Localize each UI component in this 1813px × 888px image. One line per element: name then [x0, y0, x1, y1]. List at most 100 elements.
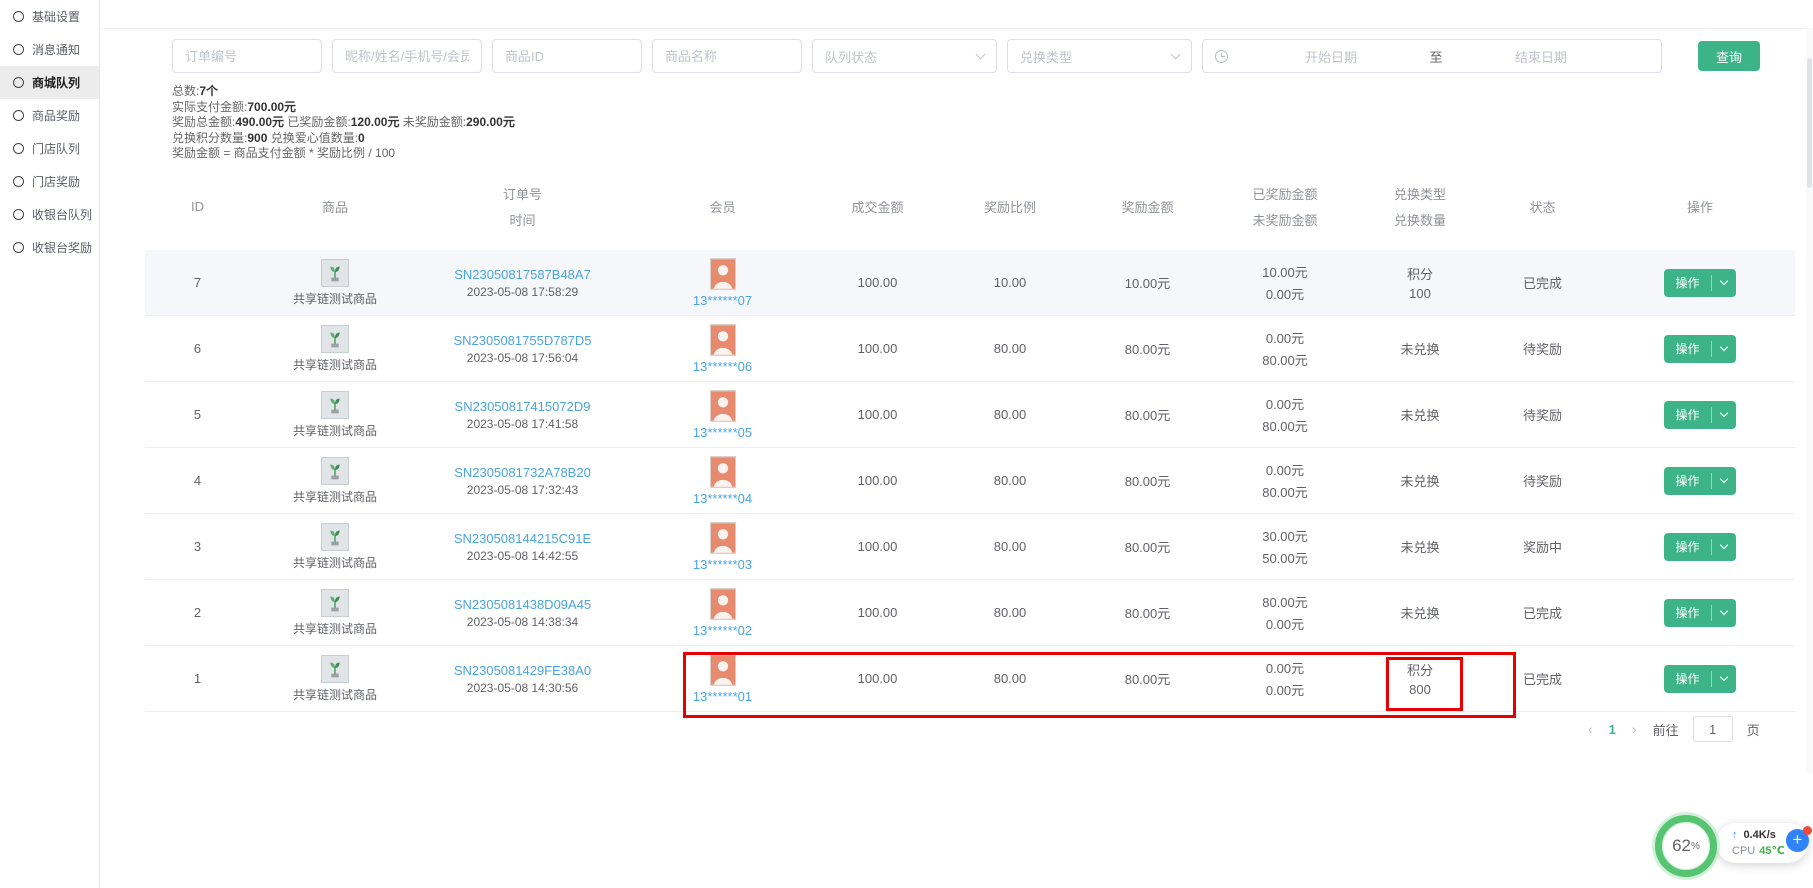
action-dropdown-icon[interactable]: [1712, 401, 1736, 429]
member-link[interactable]: 13******02: [693, 623, 752, 638]
date-range-picker[interactable]: 开始日期 至 结束日期: [1202, 39, 1662, 73]
member-avatar[interactable]: [710, 324, 736, 356]
menu-circle-icon: [13, 242, 24, 253]
cell-exchange: 未兑换: [1360, 405, 1480, 424]
cell-product: 共享链测试商品: [250, 655, 420, 703]
prev-page-icon[interactable]: ‹: [1586, 718, 1595, 740]
member-link[interactable]: 13******04: [693, 491, 752, 506]
exchange-type-select[interactable]: 兑换类型: [1007, 39, 1192, 73]
page-number[interactable]: 1: [1609, 722, 1616, 737]
sidebar-item-5[interactable]: 门店奖励: [0, 165, 99, 198]
cell-status: 已完成: [1480, 603, 1605, 622]
column-header-label: 奖励金额: [1121, 197, 1173, 216]
cell-rewarded: 10.00元0.00元: [1210, 262, 1360, 303]
member-link[interactable]: 13******06: [693, 359, 752, 374]
member-avatar[interactable]: [710, 588, 736, 620]
order-no-link[interactable]: SN23050817587B48A7: [454, 267, 591, 282]
exchange-line: 未兑换: [1400, 537, 1439, 556]
column-header-label: 奖励比例: [984, 197, 1036, 216]
member-avatar[interactable]: [710, 522, 736, 554]
reward-value: 80.00元: [1125, 471, 1171, 490]
table-header-row: ID商品订单号时间会员成交金额奖励比例奖励金额已奖励金额未奖励金额兑换类型兑换数…: [145, 162, 1795, 250]
member-link[interactable]: 13******07: [693, 293, 752, 308]
action-button[interactable]: 操作: [1664, 401, 1735, 429]
member-link[interactable]: 13******03: [693, 557, 752, 572]
menu-circle-icon: [13, 77, 24, 88]
order-no-link[interactable]: SN2305081438D09A45: [454, 597, 591, 612]
product-id-input[interactable]: [492, 39, 642, 73]
sidebar-item-4[interactable]: 门店队列: [0, 132, 99, 165]
sidebar-item-2[interactable]: 商城队列: [0, 66, 99, 99]
action-button-label[interactable]: 操作: [1664, 401, 1710, 429]
order-no-input[interactable]: [172, 39, 322, 73]
cell-rewarded: 80.00元0.00元: [1210, 592, 1360, 633]
column-header-label: 商品: [322, 197, 348, 216]
sidebar-item-1[interactable]: 消息通知: [0, 33, 99, 66]
goto-page-input[interactable]: [1693, 716, 1733, 742]
cell-product: 共享链测试商品: [250, 457, 420, 505]
chevron-down-icon: [1719, 541, 1727, 549]
sidebar-item-0[interactable]: 基础设置: [0, 0, 99, 33]
action-button[interactable]: 操作: [1664, 533, 1735, 561]
exchange-line: 800: [1409, 682, 1431, 697]
action-button-label[interactable]: 操作: [1664, 335, 1710, 363]
cell-product: 共享链测试商品: [250, 391, 420, 439]
action-dropdown-icon[interactable]: [1712, 467, 1736, 495]
member-link[interactable]: 13******05: [693, 425, 752, 440]
action-dropdown-icon[interactable]: [1712, 269, 1736, 297]
cell-status: 已完成: [1480, 273, 1605, 292]
action-button-label[interactable]: 操作: [1664, 269, 1710, 297]
cell-reward: 80.00元: [1085, 471, 1210, 490]
column-header-label: 时间: [509, 210, 535, 229]
sidebar-item-3[interactable]: 商品奖励: [0, 99, 99, 132]
end-date-placeholder[interactable]: 结束日期: [1466, 47, 1616, 66]
member-avatar[interactable]: [710, 258, 736, 290]
cell-actions: 操作: [1605, 269, 1795, 297]
order-no-link[interactable]: SN2305081732A78B20: [454, 465, 591, 480]
member-search-input[interactable]: [332, 39, 482, 73]
action-button-label[interactable]: 操作: [1664, 533, 1710, 561]
reward-value: 80.00元: [1125, 405, 1171, 424]
product-name-input[interactable]: [652, 39, 802, 73]
order-no-link[interactable]: SN2305081429FE38A0: [454, 663, 591, 678]
cell-member: 13******01: [625, 654, 820, 704]
action-button-label[interactable]: 操作: [1664, 665, 1710, 693]
action-dropdown-icon[interactable]: [1712, 599, 1736, 627]
cell-exchange: 未兑换: [1360, 603, 1480, 622]
scrollbar-thumb[interactable]: [1807, 58, 1812, 188]
action-dropdown-icon[interactable]: [1712, 533, 1736, 561]
action-button[interactable]: 操作: [1664, 467, 1735, 495]
cell-order: SN2305081755D787D52023-05-08 17:56:04: [420, 333, 625, 365]
order-no-link[interactable]: SN230508144215C91E: [454, 531, 591, 546]
cell-member: 13******07: [625, 258, 820, 308]
search-button[interactable]: 查询: [1698, 41, 1760, 71]
action-dropdown-icon[interactable]: [1712, 665, 1736, 693]
reward-value: 10.00元: [1125, 273, 1171, 292]
cell-ratio: 80.00: [935, 473, 1085, 488]
action-button[interactable]: 操作: [1664, 665, 1735, 693]
start-date-placeholder[interactable]: 开始日期: [1256, 47, 1406, 66]
cell-rewarded: 0.00元80.00元: [1210, 328, 1360, 369]
order-no-link[interactable]: SN2305081755D787D5: [453, 333, 591, 348]
order-no-link[interactable]: SN23050817415072D9: [455, 399, 591, 414]
chevron-down-icon: [976, 49, 986, 59]
action-dropdown-icon[interactable]: [1712, 335, 1736, 363]
net-speed-value: 0.4K/s: [1744, 829, 1776, 841]
scrollbar-track[interactable]: [1806, 28, 1813, 773]
member-link[interactable]: 13******01: [693, 689, 752, 704]
member-avatar[interactable]: [710, 456, 736, 488]
member-avatar[interactable]: [710, 390, 736, 422]
exchange-line: 未兑换: [1400, 339, 1439, 358]
action-button[interactable]: 操作: [1664, 599, 1735, 627]
queue-status-select[interactable]: 队列状态: [812, 39, 997, 73]
sidebar-item-6[interactable]: 收银台队列: [0, 198, 99, 231]
action-button[interactable]: 操作: [1664, 335, 1735, 363]
action-button[interactable]: 操作: [1664, 269, 1735, 297]
column-header-0: ID: [145, 199, 250, 214]
member-avatar[interactable]: [710, 654, 736, 686]
sidebar-item-7[interactable]: 收银台奖励: [0, 231, 99, 264]
action-button-label[interactable]: 操作: [1664, 599, 1710, 627]
summary-segment: 奖励金额 = 商品支付金额 * 奖励比例 / 100: [172, 146, 395, 160]
next-page-icon[interactable]: ›: [1630, 718, 1639, 740]
action-button-label[interactable]: 操作: [1664, 467, 1710, 495]
